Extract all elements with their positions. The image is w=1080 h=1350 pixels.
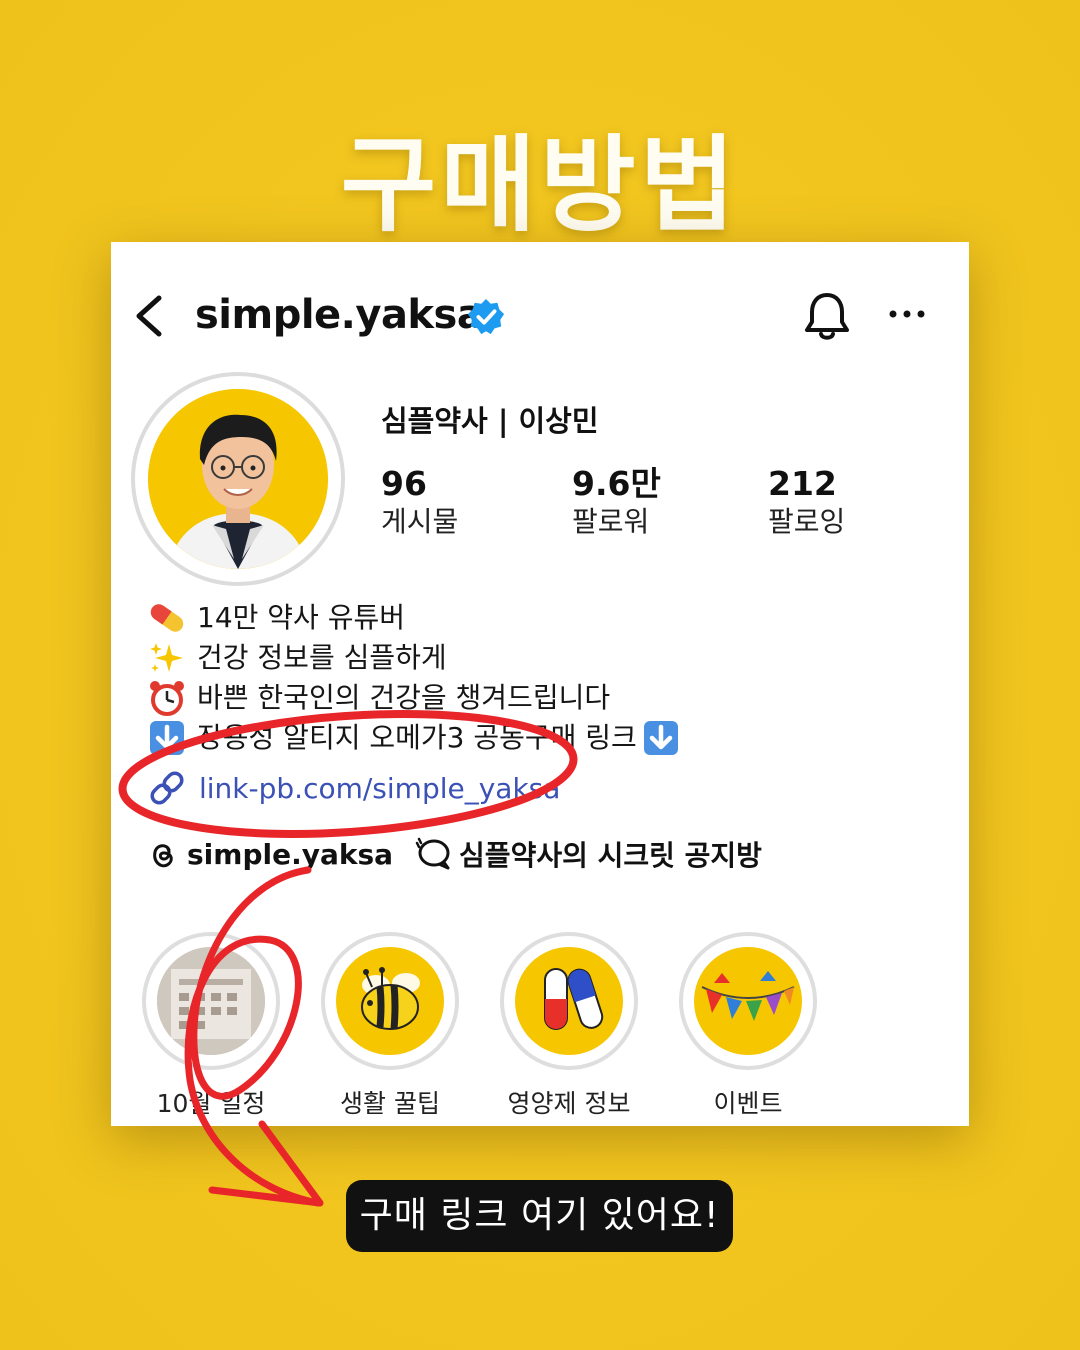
profile-top-bar: simple.yaksa (111, 242, 969, 392)
avatar-photo (148, 389, 328, 569)
bio-text: 건강 정보를 심플하게 (197, 641, 447, 674)
down-arrow-icon (643, 721, 678, 755)
bunting-flags-icon (694, 947, 802, 1055)
threads-icon[interactable] (147, 838, 179, 870)
highlight-item[interactable]: 10월 일정 (141, 932, 281, 1120)
highlight-item[interactable]: 생활 꿀팁 (320, 932, 460, 1120)
down-arrow-icon (150, 721, 184, 755)
highlight-label: 영양제 정보 (507, 1089, 631, 1118)
followers-count[interactable]: 9.6만 팔로워 (572, 464, 661, 540)
stat-value: 9.6만 (572, 464, 661, 503)
pill-icon (150, 604, 184, 632)
following-count[interactable]: 212 팔로잉 (768, 464, 845, 540)
highlight-ring (321, 932, 459, 1070)
channel-name[interactable]: 심플약사의 시크릿 공지방 (459, 834, 762, 874)
highlight-label: 생활 꿀팁 (340, 1089, 440, 1118)
bio-line: 장용성 알티지 오메가3 공동구매 링크 (147, 718, 691, 758)
bio-line: 14만 약사 유튜버 (147, 598, 691, 638)
stat-label: 게시물 (381, 505, 459, 538)
posts-count[interactable]: 96 게시물 (381, 464, 458, 540)
chat-bubble-icon (415, 837, 450, 870)
highlight-ring (679, 932, 817, 1070)
threads-handle[interactable]: simple.yaksa (187, 838, 393, 871)
pointer-arrow-head (208, 1120, 324, 1207)
back-arrow-icon[interactable] (129, 292, 169, 340)
bio-line: 바쁜 한국인의 건강을 챙겨드립니다 (147, 678, 691, 718)
headline: 구매방법 (340, 124, 740, 246)
bio-text: 바쁜 한국인의 건강을 챙겨드립니다 (197, 681, 611, 714)
highlight-item[interactable]: 이벤트 (678, 932, 818, 1120)
bio-text: 장용성 알티지 오메가3 공동구매 링크 (197, 721, 637, 754)
schedule-photo (157, 947, 265, 1055)
link-icon (150, 771, 184, 805)
profile-avatar[interactable] (131, 372, 345, 586)
sparkles-icon (150, 643, 183, 672)
stat-value: 212 (768, 464, 837, 503)
stat-label: 팔로워 (572, 505, 650, 538)
display-name: 심플약사 | 이상민 (381, 404, 599, 438)
alarm-clock-icon (150, 681, 184, 716)
bio-text: 14만 약사 유튜버 (197, 601, 405, 634)
highlight-item[interactable]: 영양제 정보 (499, 932, 639, 1120)
profile-bio: 14만 약사 유튜버 건강 정보를 심플하게 바쁜 한국인의 건강을 챙겨드립니… (147, 598, 691, 758)
threads-row: simple.yaksa 심플약사의 시크릿 공지방 (147, 834, 762, 874)
highlight-ring (500, 932, 638, 1070)
more-options-icon[interactable] (887, 302, 927, 326)
highlight-label: 10월 일정 (156, 1089, 266, 1118)
highlight-label: 이벤트 (713, 1089, 783, 1118)
highlight-ring (142, 932, 280, 1070)
username-heading: simple.yaksa (195, 292, 484, 338)
purchase-link-callout: 구매 링크 여기 있어요! (346, 1180, 733, 1252)
stat-value: 96 (381, 464, 427, 503)
link-text[interactable]: link-pb.com/simple_yaksa (199, 772, 560, 805)
bio-line: 건강 정보를 심플하게 (147, 638, 691, 678)
stat-label: 팔로잉 (768, 505, 846, 538)
bee-icon (336, 947, 444, 1055)
notification-bell-icon[interactable] (803, 290, 851, 342)
instagram-profile-card: simple.yaksa 심플약사 | 이상민 96 게시물 9.6만 팔로워 … (111, 242, 969, 1126)
capsules-icon (515, 947, 623, 1055)
verified-badge-icon (467, 298, 505, 335)
profile-link[interactable]: link-pb.com/simple_yaksa (147, 766, 560, 810)
